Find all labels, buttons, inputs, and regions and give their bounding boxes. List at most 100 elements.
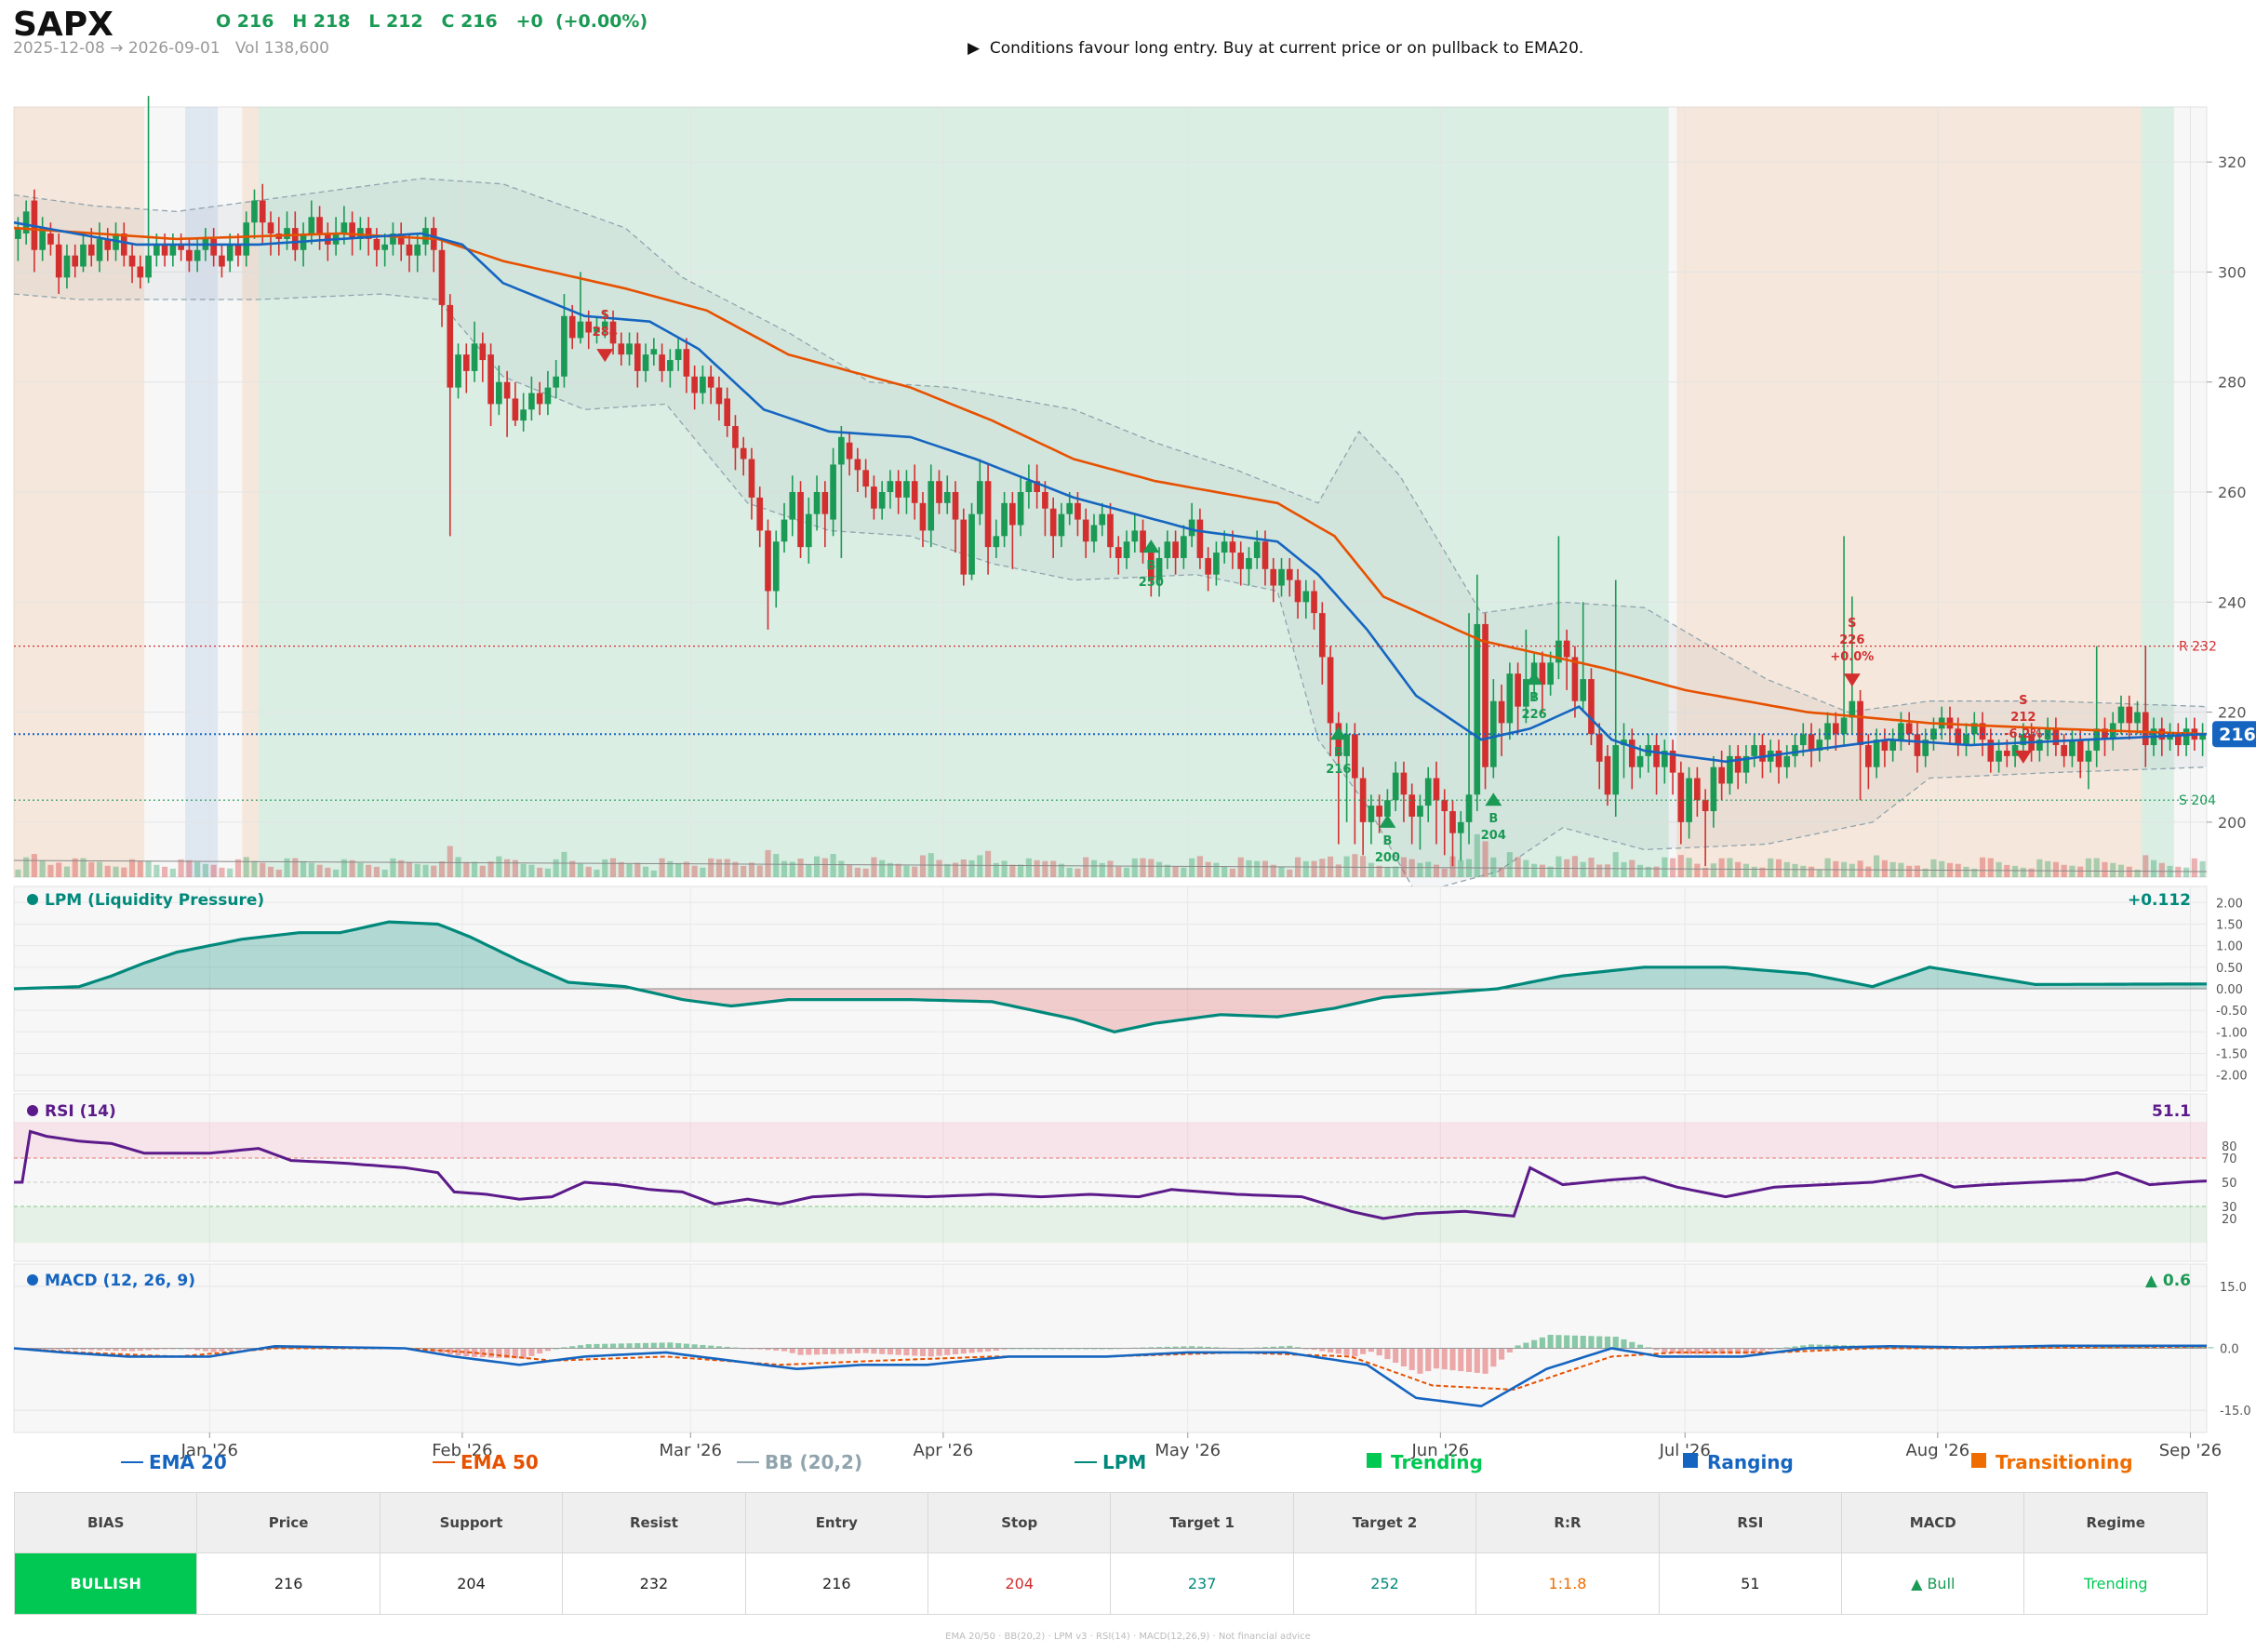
candle-body (2117, 706, 2125, 724)
candle-body (1270, 568, 1277, 586)
volume-bar (1172, 866, 1179, 877)
candle-body (316, 217, 323, 234)
candle-body (1400, 772, 1408, 795)
volume-bar (479, 865, 486, 877)
price-axis-label: 260 (2218, 484, 2247, 501)
volume-bar (1408, 859, 1415, 877)
volume-bar (128, 859, 136, 877)
lpm-title: LPM (Liquidity Pressure) (45, 891, 264, 910)
volume-bar (260, 862, 266, 877)
volume-bar (1319, 859, 1326, 877)
volume-bar (1001, 860, 1008, 877)
candle-body (561, 315, 567, 377)
sell-signal-label: 226 (1839, 633, 1864, 647)
candle-body (1246, 557, 1252, 569)
sell-signal-label: S (601, 309, 609, 323)
header-resist: Resist (562, 1492, 746, 1553)
volume-bar (333, 869, 340, 877)
volume-bar (936, 859, 942, 877)
buy-signal-label: 216 (1326, 763, 1351, 777)
candle-body (903, 481, 910, 498)
candle-body (1580, 679, 1587, 701)
price-axis-label: 300 (2218, 263, 2247, 281)
volume-bar (1849, 863, 1855, 877)
volume-bar (1360, 856, 1367, 877)
header-stop: Stop (928, 1492, 1112, 1553)
macd-histogram-bar (528, 1348, 535, 1356)
resistance-label: R 232 (2179, 640, 2217, 655)
candle-body (1563, 640, 1570, 658)
candle-body (1058, 513, 1065, 537)
table-value-row: BULLISH 216 204 232 216 204 237 252 1:1.… (13, 1552, 2208, 1615)
macd-histogram-bar (1523, 1342, 1529, 1349)
macd-histogram-bar (634, 1342, 641, 1349)
candle-body (479, 343, 487, 361)
x-axis-label: Sep '26 (2159, 1441, 2223, 1460)
macd-histogram-bar (862, 1348, 869, 1353)
value-entry: 216 (744, 1552, 929, 1615)
lpm-axis-label: -1.00 (2216, 1026, 2248, 1040)
volume-bar (1686, 858, 1692, 877)
header-macd: MACD (1841, 1492, 2025, 1553)
volume-bar (1727, 858, 1733, 877)
volume-bar (251, 860, 258, 877)
volume-bar (1588, 858, 1595, 877)
legend-square-swatch (1683, 1453, 1698, 1468)
candle-body (2183, 728, 2190, 746)
candle-body (1009, 502, 1016, 526)
legend-label: BB (20,2) (765, 1451, 862, 1473)
sell-signal-label: 284 (593, 326, 618, 340)
candle-body (765, 530, 771, 592)
macd-histogram-bar (1662, 1348, 1668, 1353)
candle-body (568, 315, 576, 339)
volume-bar (1865, 866, 1872, 877)
volume-bar (169, 868, 176, 877)
volume-bar (300, 860, 307, 877)
volume-bar (1246, 859, 1252, 877)
candle-body (536, 393, 543, 405)
volume-bar (1833, 860, 1839, 877)
volume-bar (1816, 869, 1822, 877)
volume-bar (1221, 866, 1228, 877)
buy-signal-label: B (1529, 691, 1539, 705)
volume-bar (642, 866, 649, 877)
candle-body (2052, 728, 2060, 746)
candle-body (186, 249, 193, 261)
macd-histogram-bar (2208, 1347, 2214, 1349)
volume-bar (1490, 857, 1497, 877)
volume-bar (431, 865, 437, 877)
volume-bar (1636, 864, 1644, 877)
volume-bar (765, 849, 771, 877)
volume-bar (862, 868, 869, 877)
x-axis-label: Aug '26 (1905, 1441, 1969, 1460)
candle-body (577, 321, 584, 339)
volume-bar (1930, 859, 1937, 877)
candle-body (683, 349, 690, 377)
candle-body (194, 249, 201, 261)
volume-bar (2020, 867, 2026, 877)
macd-histogram-bar (1539, 1337, 1545, 1349)
volume-bar (781, 860, 788, 877)
volume-bar (1963, 866, 1969, 877)
volume-bar (1857, 860, 1863, 877)
macd-histogram-bar (1604, 1336, 1611, 1349)
volume-bar (2191, 858, 2197, 877)
volume-bar (602, 859, 608, 877)
lpm-axis-label: 0.00 (2216, 983, 2243, 997)
volume-bar (879, 859, 886, 877)
volume-bar (675, 862, 682, 877)
macd-histogram-bar (830, 1348, 836, 1354)
candle-body (756, 497, 764, 531)
candle-body (496, 381, 502, 405)
bias-badge: BULLISH (13, 1552, 198, 1615)
volume-bar (748, 862, 755, 877)
volume-bar (577, 863, 584, 877)
volume-bar (113, 866, 119, 877)
candle-body (1001, 502, 1008, 537)
volume-bar (422, 864, 429, 877)
candle-body (1636, 755, 1644, 767)
volume-bar (2143, 855, 2149, 877)
candle-body (1352, 734, 1358, 779)
volume-bar (186, 859, 193, 877)
candle-body (243, 222, 250, 256)
